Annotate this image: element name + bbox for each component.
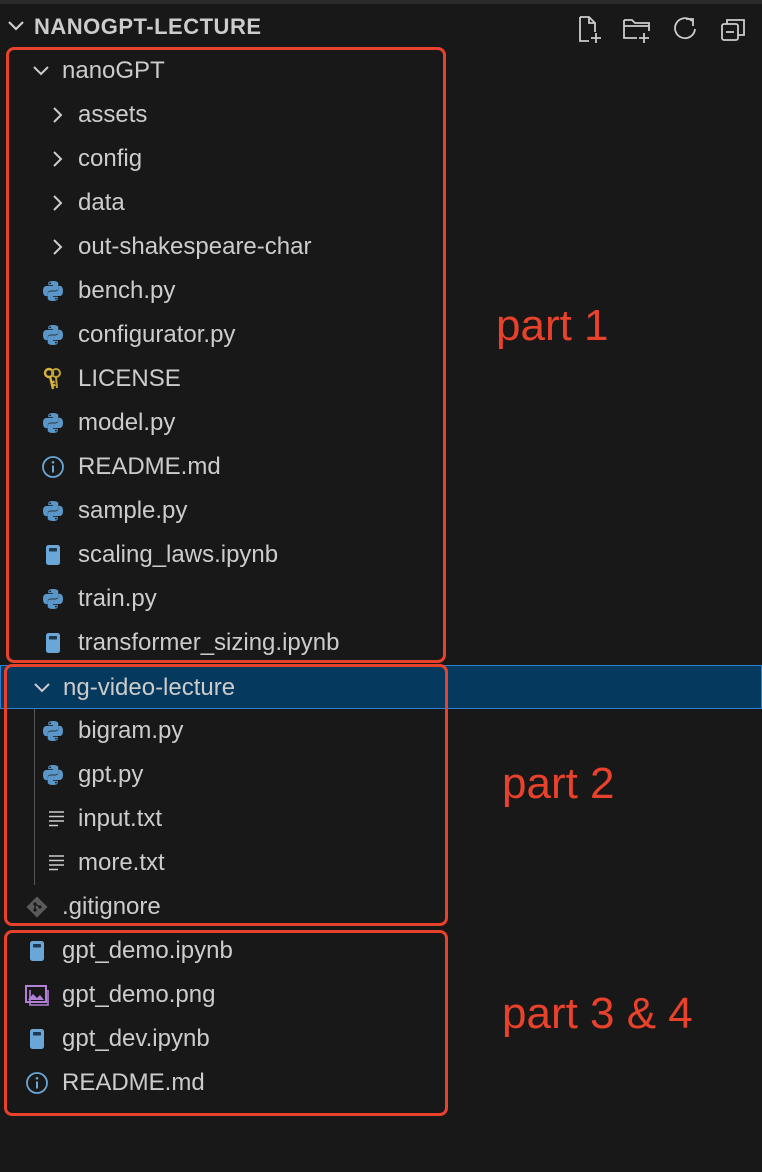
annotation-label-part-2: part 2 <box>502 759 615 808</box>
refresh-icon[interactable] <box>670 14 700 44</box>
explorer-header[interactable]: NANOGPT-LECTURE <box>0 4 762 48</box>
annotation-box-part-3 <box>4 930 448 1116</box>
annotation-box-part-2 <box>4 664 448 926</box>
annotation-box-part-1 <box>6 47 446 663</box>
collapse-all-icon[interactable] <box>718 14 748 44</box>
annotation-label-part-1: part 1 <box>496 301 609 350</box>
chevron-down-icon[interactable] <box>4 16 28 36</box>
new-folder-icon[interactable] <box>622 14 652 44</box>
explorer-actions <box>574 13 748 45</box>
new-file-icon[interactable] <box>574 14 604 44</box>
annotation-label-part-3: part 3 & 4 <box>502 989 693 1038</box>
explorer-title: NANOGPT-LECTURE <box>34 14 262 39</box>
